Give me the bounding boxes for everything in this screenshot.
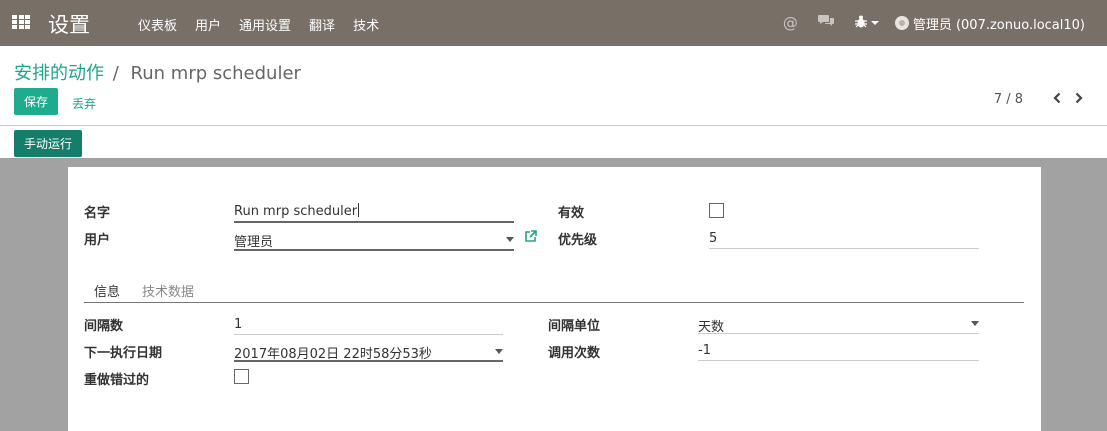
breadcrumb: 安排的动作 / Run mrp scheduler <box>14 59 301 85</box>
interval-number-underline <box>234 334 503 335</box>
number-of-calls-input[interactable]: -1 <box>698 343 711 358</box>
menu-item-users[interactable]: 用户 <box>195 15 221 34</box>
do-all-label: 重做错过的 <box>84 373 150 388</box>
navbar-right: @ 管理员 (007.zonuo.local10) <box>773 0 1107 46</box>
debug-bug-icon[interactable] <box>854 15 867 32</box>
at-mention-icon[interactable]: @ <box>783 14 798 32</box>
name-input-underline <box>234 221 514 223</box>
active-label: 有效 <box>558 206 585 221</box>
user-avatar <box>894 16 909 30</box>
form-statusbar: 手动运行 <box>0 126 1107 158</box>
priority-input[interactable]: 5 <box>709 231 717 246</box>
form-sheet: 名字 Run mrp scheduler 用户 管理员 有效 优先级 5 信息 … <box>68 167 1041 431</box>
number-of-calls-underline <box>698 360 979 361</box>
interval-unit-caret-icon[interactable] <box>971 321 979 326</box>
next-execution-underline <box>234 360 503 362</box>
discard-button[interactable]: 丢弃 <box>72 95 96 112</box>
interval-unit-underline <box>698 333 979 334</box>
top-navbar: 设置 仪表板 用户 通用设置 翻译 技术 @ 管理员 (007.zonuo.lo… <box>0 0 1107 46</box>
debug-caret-icon[interactable] <box>870 21 879 25</box>
tabs-underline <box>84 302 1024 303</box>
app-title: 设置 <box>48 13 90 37</box>
user-select-underline <box>234 249 514 251</box>
tab-info[interactable]: 信息 <box>94 281 120 300</box>
chevron-left-icon[interactable] <box>1053 91 1061 107</box>
record-pager: 7 / 8 <box>994 91 1083 107</box>
save-button[interactable]: 保存 <box>14 88 58 115</box>
priority-input-underline <box>709 248 979 249</box>
name-input[interactable]: Run mrp scheduler <box>234 203 360 219</box>
external-link-icon[interactable] <box>524 230 537 246</box>
user-menu[interactable]: 管理员 (007.zonuo.local10) <box>894 14 1085 33</box>
do-all-checkbox[interactable] <box>234 369 249 384</box>
apps-grid-icon[interactable] <box>12 15 30 31</box>
menu-item-translations[interactable]: 翻译 <box>309 15 335 34</box>
chat-bubbles-icon[interactable] <box>817 14 835 32</box>
next-execution-label: 下一执行日期 <box>84 346 163 361</box>
interval-number-input[interactable]: 1 <box>234 317 242 332</box>
interval-unit-label: 间隔单位 <box>548 319 601 334</box>
run-manually-button[interactable]: 手动运行 <box>14 130 82 157</box>
chevron-right-icon[interactable] <box>1075 91 1083 107</box>
user-select[interactable]: 管理员 <box>234 231 273 250</box>
name-label: 名字 <box>84 206 111 221</box>
breadcrumb-parent-link[interactable]: 安排的动作 <box>14 63 104 84</box>
active-checkbox[interactable] <box>709 203 724 218</box>
user-label: 用户 <box>84 233 111 248</box>
datetime-caret-icon[interactable] <box>495 349 503 354</box>
user-dropdown-caret-icon[interactable] <box>506 237 514 242</box>
breadcrumb-separator: / <box>112 63 119 84</box>
main-menu: 仪表板 用户 通用设置 翻译 技术 <box>138 15 397 34</box>
menu-item-general-settings[interactable]: 通用设置 <box>239 15 291 34</box>
user-name: 管理员 (007.zonuo.local10) <box>912 17 1085 33</box>
menu-item-technical[interactable]: 技术 <box>353 15 379 34</box>
pager-value[interactable]: 7 / 8 <box>994 92 1023 107</box>
priority-label: 优先级 <box>558 233 598 248</box>
menu-item-dashboard[interactable]: 仪表板 <box>138 15 177 34</box>
tab-technical-data[interactable]: 技术数据 <box>142 281 194 300</box>
number-of-calls-label: 调用次数 <box>548 346 601 361</box>
breadcrumb-current: Run mrp scheduler <box>130 63 301 84</box>
interval-number-label: 间隔数 <box>84 319 124 334</box>
